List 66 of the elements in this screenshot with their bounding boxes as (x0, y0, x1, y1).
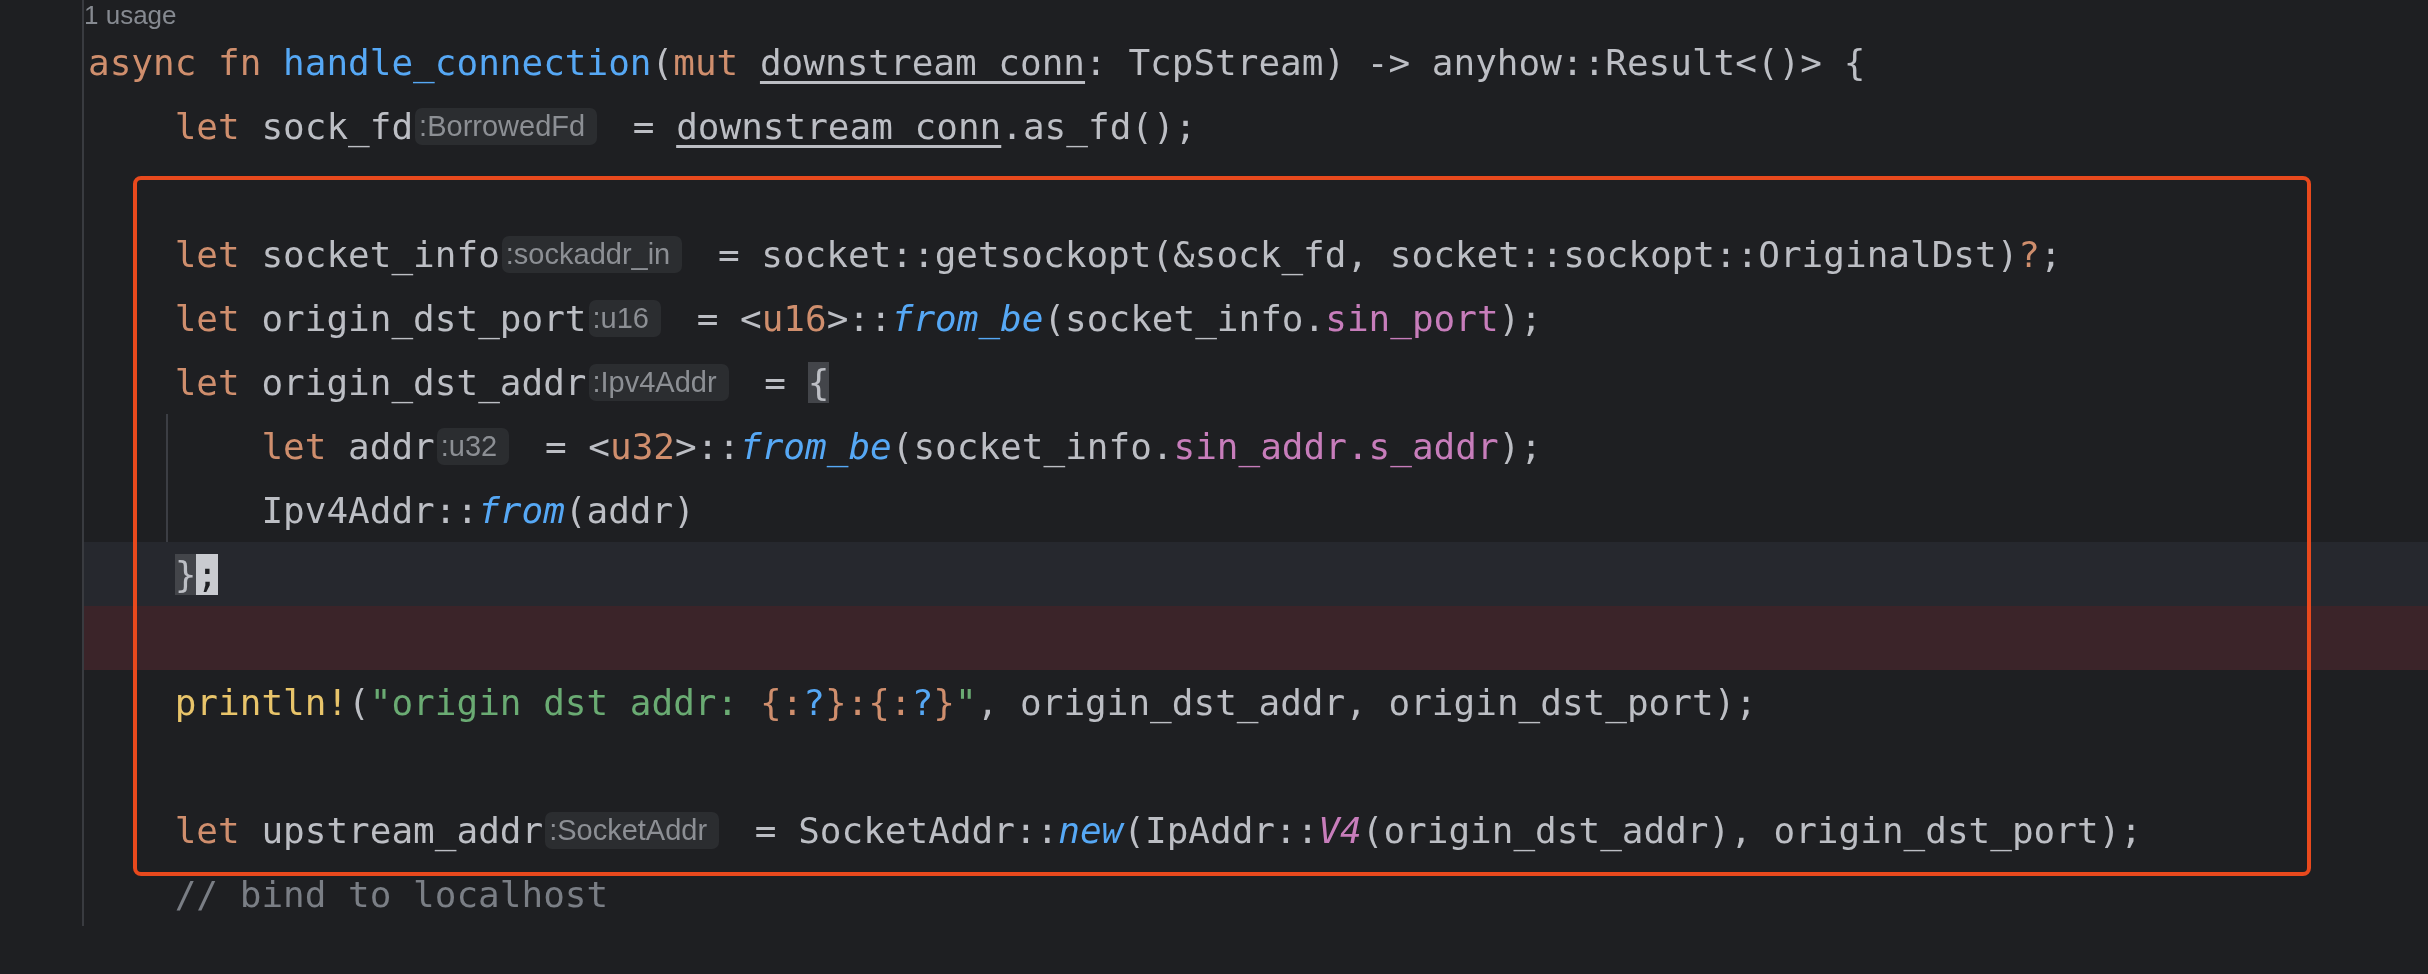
code-text: , origin_dst_addr, origin_dst_port); (976, 681, 1757, 723)
type-hint: :u16 (588, 299, 661, 337)
keyword: u16 (761, 297, 827, 339)
code-text: socket_info (261, 233, 500, 275)
enum-variant: V4 (1318, 809, 1362, 851)
string-literal: "origin dst addr: (369, 681, 740, 723)
keyword: mut (673, 41, 740, 83)
method-call: from_be (740, 425, 892, 467)
keyword: u32 (609, 425, 675, 467)
code-text: ); (1498, 425, 1542, 467)
code-text: origin_dst_addr (261, 361, 587, 403)
code-text: Ipv4Addr:: (261, 489, 479, 531)
code-text: : TcpStream) -> anyhow::Result<()> { (1085, 41, 1866, 83)
keyword: let (174, 809, 241, 851)
code-text: >:: (675, 425, 740, 467)
type-hint: :BorrowedFd (415, 107, 598, 145)
code-text: (socket_info. (891, 425, 1174, 467)
code-text: (origin_dst_addr), origin_dst_port); (1361, 809, 2142, 851)
code-text: ( (651, 41, 674, 83)
code-text: = socket::getsockopt(&sock_fd, socket::sockopt::OriginalDst) (716, 233, 2019, 275)
cursor-char: ; (196, 553, 219, 595)
matched-brace: { (807, 361, 830, 403)
parameter-name: downstream_conn (759, 41, 1086, 83)
code-text: = SocketAddr:: (753, 809, 1059, 851)
field-name: sin_addr.s_addr (1173, 425, 1499, 467)
format-spec: }:{: (824, 681, 912, 723)
keyword: let (174, 233, 241, 275)
type-hint: :u32 (436, 427, 510, 465)
code-text: ; (2040, 233, 2062, 275)
method-call: new (1058, 809, 1124, 851)
string-literal: " (955, 681, 977, 723)
code-text: = (631, 105, 656, 147)
format-spec: ? (803, 681, 825, 723)
code-text: >:: (826, 297, 892, 339)
code-text: ( (348, 681, 370, 723)
function-name: handle_connection (283, 41, 652, 83)
code-text: = < (695, 297, 762, 339)
code-text: addr (348, 425, 435, 467)
parameter-name: downstream_conn (676, 105, 1002, 147)
keyword: let (174, 361, 241, 403)
format-spec: ? (911, 681, 934, 723)
code-text: = < (543, 425, 610, 467)
method-call: from_be (891, 297, 1044, 339)
keyword: let (261, 425, 328, 467)
macro-name: println! (174, 681, 349, 723)
type-hint: :SocketAddr (545, 811, 720, 849)
format-spec: } (933, 681, 956, 723)
type-hint: :Ipv4Addr (588, 363, 729, 401)
code-text: ); (1498, 297, 1542, 339)
code-text: upstream_addr (261, 809, 544, 851)
usage-hint[interactable]: 1 usage (84, 0, 177, 31)
code-comment: // bind to localhost (174, 873, 609, 915)
field-name: sin_port (1325, 297, 1499, 339)
type-hint: :sockaddr_in (501, 235, 683, 273)
keyword: async fn (88, 41, 263, 83)
method-call: from (478, 489, 565, 531)
keyword: let (174, 297, 241, 339)
code-text: origin_dst_port (261, 297, 587, 339)
code-text: (addr) (564, 489, 695, 531)
format-spec: {: (759, 681, 804, 723)
code-text: .as_fd(); (1001, 105, 1197, 147)
code-text: (socket_info. (1043, 297, 1326, 339)
keyword: let (174, 105, 241, 147)
code-text: sock_fd (261, 105, 414, 147)
operator: ? (2018, 233, 2041, 275)
code-text: = (763, 361, 787, 403)
